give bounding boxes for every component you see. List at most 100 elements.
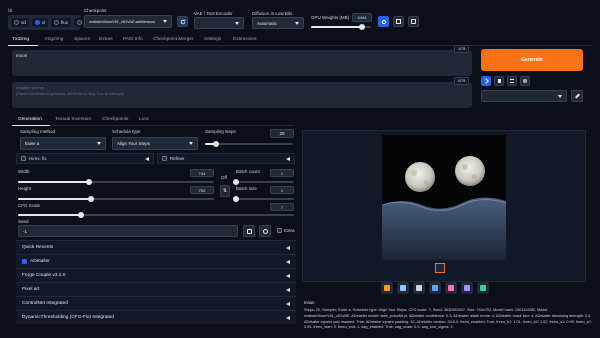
- tab-checkpoint-merger[interactable]: Checkpoint Merger: [153, 37, 194, 42]
- ui-radio-flux[interactable]: flux: [51, 18, 72, 27]
- gen-tool-list-button[interactable]: [507, 76, 517, 86]
- tab-png-info[interactable]: PNG Info: [123, 37, 143, 42]
- palette-icon: [448, 285, 454, 291]
- tab-img2img[interactable]: Img2img: [45, 37, 63, 42]
- random-seed-button[interactable]: [243, 225, 255, 237]
- sampling-steps-slider[interactable]: [205, 141, 293, 147]
- batch-size-input[interactable]: 1: [270, 186, 294, 194]
- refiner-checkbox[interactable]: [162, 156, 167, 161]
- checkpoint-value: realisticVisionV51_v51VAE.safetensors: [89, 19, 156, 24]
- accordion-controlnet[interactable]: ControlNet Integrated: [16, 296, 296, 310]
- gpu-weights-handle[interactable]: [359, 24, 365, 30]
- prompt-textarea[interactable]: moon: [12, 50, 472, 76]
- chevron-down-icon: [97, 142, 101, 145]
- output-params-text: Steps: 20, Sampler: Euler a, Schedule ty…: [304, 308, 592, 330]
- cfg-scale-input[interactable]: 7: [270, 203, 294, 211]
- negative-prompt-textarea[interactable]: Negative prompt (Press Ctrl+Enter to gen…: [12, 82, 472, 108]
- gpu-weights-slider[interactable]: [311, 24, 371, 30]
- folder-icon: [384, 285, 390, 291]
- gen-tool-style-button[interactable]: [520, 76, 530, 86]
- accordion-forge-couple[interactable]: Forge Couple v3.2.0: [16, 268, 296, 282]
- batch-size-handle[interactable]: [233, 196, 239, 202]
- ui-radio-xl[interactable]: xl: [31, 18, 49, 27]
- collapse-arrow-icon: [286, 245, 290, 250]
- refresh-checkpoint-button[interactable]: [177, 16, 188, 27]
- styles-select[interactable]: [481, 90, 567, 102]
- reload-icon: [411, 19, 416, 24]
- sampling-steps-handle[interactable]: [213, 141, 220, 147]
- save-image-button[interactable]: [397, 282, 409, 294]
- sampling-method-select[interactable]: Euler a: [20, 137, 106, 150]
- send-to-img2img-button[interactable]: [429, 282, 441, 294]
- tab-extensions[interactable]: Extensions: [233, 37, 256, 42]
- send-to-extras-button[interactable]: [461, 282, 473, 294]
- open-folder-button[interactable]: [381, 282, 393, 294]
- accordion-adetailer[interactable]: ADetailer: [16, 254, 296, 268]
- grid-button[interactable]: [477, 282, 489, 294]
- accordion-dynamic-thresholding[interactable]: DynamicThresholding (CFG-Fix) Integrated: [16, 310, 296, 324]
- sampling-steps-label: Sampling steps: [205, 129, 236, 134]
- generate-button[interactable]: Generate: [481, 49, 583, 71]
- collapse-arrow-icon[interactable]: [286, 156, 290, 161]
- gen-tool-trash-button[interactable]: [494, 76, 504, 86]
- cfg-scale-handle[interactable]: [78, 212, 85, 218]
- width-handle[interactable]: [85, 179, 92, 185]
- width-input[interactable]: 744: [190, 169, 214, 177]
- generated-image[interactable]: [382, 135, 506, 260]
- extra-seed-checkbox[interactable]: [277, 228, 282, 233]
- top-tool-1-button[interactable]: [378, 16, 389, 27]
- tab-checkpoints[interactable]: Checkpoints: [102, 117, 128, 122]
- style-icon: [523, 79, 527, 83]
- ui-radio-sd[interactable]: sd: [11, 18, 29, 27]
- thumbnail[interactable]: [435, 263, 445, 273]
- tab-txt2img[interactable]: Txt2img: [12, 37, 29, 42]
- accordion-pixel-art[interactable]: Pixel art: [16, 282, 296, 296]
- diffusion-select[interactable]: Automatic: [252, 17, 304, 29]
- batch-count-handle[interactable]: [233, 179, 239, 185]
- top-tool-3-button[interactable]: [408, 16, 419, 27]
- seed-input[interactable]: -1: [18, 225, 238, 237]
- gen-tool-arrow-button[interactable]: [481, 76, 491, 86]
- zip-icon: [416, 285, 422, 291]
- collapse-arrow-icon[interactable]: [145, 156, 149, 161]
- height-input[interactable]: 752: [190, 186, 214, 194]
- tab-textual-inversion[interactable]: Textual Inversion: [55, 117, 91, 122]
- prompt-token-counter: 1/75: [454, 45, 470, 53]
- radio-dot-selected: [34, 20, 40, 25]
- batch-size-slider[interactable]: [233, 196, 294, 202]
- batch-count-input[interactable]: 1: [270, 169, 294, 177]
- batch-count-slider[interactable]: [233, 179, 294, 185]
- collapse-arrow-icon: [286, 315, 290, 320]
- height-slider[interactable]: [18, 196, 214, 202]
- send-to-inpaint-button[interactable]: [445, 282, 457, 294]
- vae-select[interactable]: [194, 17, 244, 29]
- schedule-type-select[interactable]: Align Your Steps: [112, 137, 198, 150]
- collapse-arrow-icon: [286, 301, 290, 306]
- hires-fix-checkbox[interactable]: [21, 156, 26, 161]
- sampling-steps-input[interactable]: 20: [270, 129, 294, 138]
- adetailer-checkbox[interactable]: [22, 259, 27, 264]
- accordion-quick-recents[interactable]: Quick Recents: [16, 240, 296, 254]
- tab-spaces[interactable]: Spaces: [74, 37, 90, 42]
- tab-generation[interactable]: Generation: [18, 117, 42, 122]
- tab-lora[interactable]: Lora: [139, 117, 149, 122]
- accordion-label: DynamicThresholding (CFG-Fix) Integrated: [22, 315, 114, 320]
- height-handle[interactable]: [87, 196, 94, 202]
- extra-seed-toggle[interactable]: Extra: [277, 228, 295, 233]
- width-slider[interactable]: [18, 179, 214, 185]
- swap-dimensions-button[interactable]: ⇅: [220, 185, 230, 197]
- ui-label: UI: [8, 8, 13, 13]
- refiner-label: Refiner: [170, 156, 185, 161]
- cfg-scale-slider[interactable]: [18, 212, 294, 218]
- negative-prompt-placeholder: Negative prompt (Press Ctrl+Enter to gen…: [16, 86, 125, 96]
- tab-settings[interactable]: Settings: [204, 37, 221, 42]
- zip-button[interactable]: [413, 282, 425, 294]
- tab-extras[interactable]: Extras: [99, 37, 113, 42]
- schedule-type-value: Align Your Steps: [117, 141, 151, 146]
- gpu-weights-input[interactable]: 4444: [352, 13, 372, 22]
- reuse-seed-button[interactable]: [259, 225, 271, 237]
- top-tool-2-button[interactable]: [393, 16, 404, 27]
- apply-style-button[interactable]: [571, 90, 583, 102]
- accordion-label: Pixel art: [22, 287, 40, 292]
- checkpoint-select[interactable]: realisticVisionV51_v51VAE.safetensors: [84, 15, 172, 28]
